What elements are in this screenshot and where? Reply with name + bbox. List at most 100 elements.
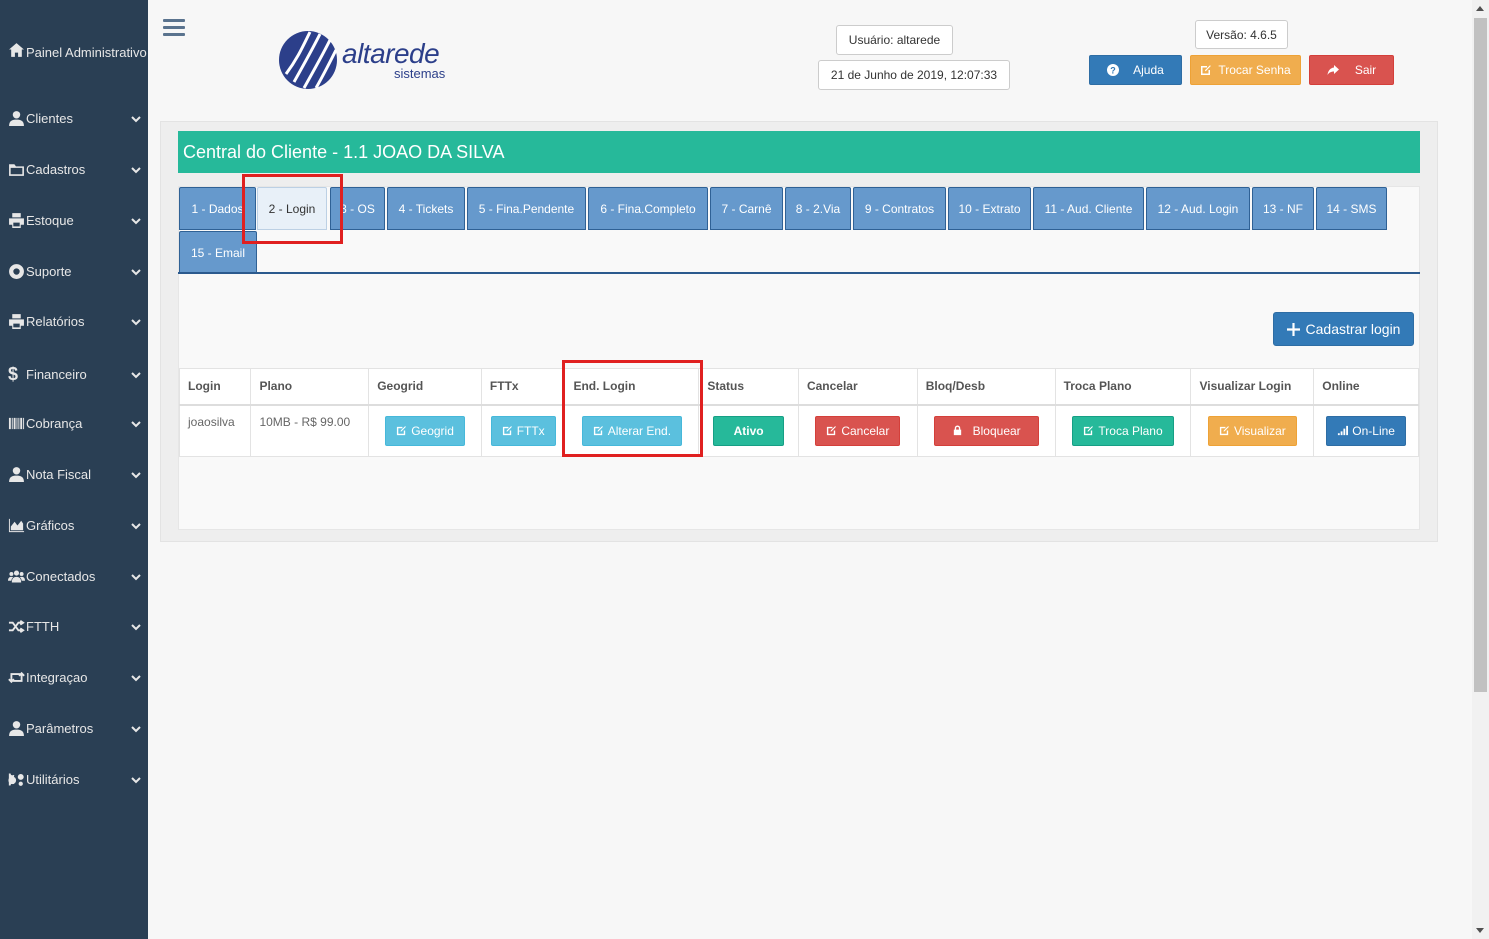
sidebar-item-ftth[interactable]: FTTH: [0, 618, 148, 635]
tab-login[interactable]: 2 - Login: [257, 187, 327, 230]
tab-aud-cliente[interactable]: 11 - Aud. Cliente: [1033, 187, 1144, 230]
home-icon: [0, 42, 26, 59]
tab-carne[interactable]: 7 - Carnê: [710, 187, 783, 230]
tab-aud-login[interactable]: 12 - Aud. Login: [1146, 187, 1250, 230]
chevron-down-icon: [124, 165, 148, 175]
edit-icon: [827, 426, 837, 436]
chevron-down-icon: [124, 114, 148, 124]
sidebar-item-utilitarios[interactable]: Utilitários: [0, 771, 148, 788]
tab-tickets[interactable]: 4 - Tickets: [387, 187, 465, 230]
tab-email[interactable]: 15 - Email: [179, 231, 257, 274]
edit-icon: [502, 426, 512, 436]
geogrid-button[interactable]: Geogrid: [385, 415, 465, 446]
sidebar-item-label: Integraçao: [26, 670, 88, 685]
change-password-button[interactable]: Trocar Senha: [1190, 55, 1301, 85]
hamburger-icon: [163, 19, 185, 22]
edit-icon: [593, 426, 603, 436]
vertical-scrollbar[interactable]: [1472, 0, 1489, 939]
edit-icon: [1201, 65, 1212, 75]
sidebar-item-clientes[interactable]: Clientes: [0, 110, 148, 127]
sidebar-item-graficos[interactable]: Gráficos: [0, 517, 148, 534]
sidebar-item-label: Cadastros: [26, 162, 86, 177]
logo: altarede sistemas: [278, 28, 468, 92]
online-button[interactable]: On-Line: [1326, 415, 1406, 446]
scrollbar-thumb[interactable]: [1474, 18, 1487, 692]
sidebar-item-label: Painel Administrativo: [26, 45, 147, 60]
print-icon: [0, 313, 26, 330]
sidebar-item-parametros[interactable]: Parâmetros: [0, 720, 148, 737]
sidebar-item-label: Cobrança: [26, 416, 83, 431]
tab-dados[interactable]: 1 - Dados: [179, 187, 256, 230]
retweet-icon: [0, 669, 26, 686]
block-button[interactable]: Bloquear: [933, 415, 1039, 446]
share-icon: [1327, 65, 1339, 75]
chevron-down-icon: [124, 470, 148, 480]
help-button[interactable]: ? Ajuda: [1089, 55, 1182, 85]
change-address-button[interactable]: Alterar End.: [581, 415, 683, 446]
cogs-icon: [0, 771, 26, 788]
plus-icon: [1286, 322, 1300, 336]
tab-fina-completo[interactable]: 6 - Fina.Completo: [588, 187, 708, 230]
sidebar-item-label: Parâmetros: [26, 721, 94, 736]
sidebar-item-cobranca[interactable]: Cobrança: [0, 415, 148, 432]
user-icon: [0, 720, 26, 737]
sidebar-item-estoque[interactable]: Estoque: [0, 212, 148, 229]
tab-sms[interactable]: 14 - SMS: [1316, 187, 1387, 230]
sidebar-item-cadastros[interactable]: Cadastros: [0, 161, 148, 178]
scroll-down-icon[interactable]: [1476, 928, 1484, 933]
tab-underline: [178, 272, 1420, 274]
signal-icon: [1338, 426, 1349, 436]
tab-nf[interactable]: 13 - NF: [1252, 187, 1314, 230]
sidebar-item-nota-fiscal[interactable]: Nota Fiscal: [0, 466, 148, 483]
chevron-down-icon: [124, 724, 148, 734]
logo-subtext: sistemas: [394, 66, 446, 81]
edit-icon: [1219, 426, 1229, 436]
view-login-button[interactable]: Visualizar: [1207, 415, 1297, 446]
sidebar-item-suporte[interactable]: Suporte: [0, 263, 148, 280]
chevron-down-icon: [124, 622, 148, 632]
tab-fina-pendente[interactable]: 5 - Fina.Pendente: [467, 187, 586, 230]
column-header: Bloq/Desb: [916, 368, 1056, 406]
tab-extrato[interactable]: 10 - Extrato: [948, 187, 1031, 230]
tab-contratos[interactable]: 9 - Contratos: [853, 187, 946, 230]
chevron-down-icon: [124, 267, 148, 277]
sidebar-item-label: Suporte: [26, 264, 72, 279]
sidebar-item-label: Nota Fiscal: [26, 467, 92, 482]
sidebar-item-financeiro[interactable]: $ Financeiro: [0, 364, 148, 385]
logout-button[interactable]: Sair: [1309, 55, 1394, 85]
plan-cell: 10MB - R$ 99.00: [250, 404, 370, 457]
cancel-button[interactable]: Cancelar: [815, 415, 901, 446]
chevron-down-icon: [124, 419, 148, 429]
change-plan-button[interactable]: Troca Plano: [1072, 415, 1174, 446]
folder-icon: [0, 161, 26, 178]
status-button[interactable]: Ativo: [713, 415, 785, 446]
random-icon: [0, 618, 26, 635]
question-icon: ?: [1107, 64, 1120, 76]
table-row: joaosilva 10MB - R$ 99.00 Geogrid FTTx A…: [178, 404, 1419, 457]
table-header-row: Login Plano Geogrid FTTx End. Login Stat…: [178, 368, 1419, 406]
chevron-down-icon: [124, 317, 148, 327]
add-login-button[interactable]: Cadastrar login: [1273, 312, 1414, 346]
column-header: Login: [178, 368, 252, 406]
fttx-button[interactable]: FTTx: [490, 415, 556, 446]
sidebar-item-relatorios[interactable]: Relatórios: [0, 313, 148, 330]
edit-icon: [1084, 426, 1094, 436]
barcode-icon: [0, 415, 26, 432]
tab-2via[interactable]: 8 - 2.Via: [785, 187, 851, 230]
menu-toggle-button[interactable]: [163, 19, 185, 37]
scroll-up-icon[interactable]: [1476, 6, 1484, 11]
lifebuoy-icon: [0, 263, 26, 280]
logo-globe-icon: [279, 31, 338, 89]
dollar-icon: $: [8, 364, 19, 384]
sidebar-item-integracao[interactable]: Integraçao: [0, 669, 148, 686]
column-header: Online: [1313, 368, 1419, 406]
tab-os[interactable]: 3 - OS: [330, 187, 385, 230]
sidebar-item-painel[interactable]: Painel Administrativo: [0, 42, 148, 61]
datetime-info: 21 de Junho de 2019, 12:07:33: [818, 60, 1010, 90]
login-cell: joaosilva: [178, 404, 252, 457]
page-title: Central do Cliente - 1.1 JOAO DA SILVA: [178, 131, 1420, 173]
sidebar-item-label: Utilitários: [26, 772, 80, 787]
column-header: Visualizar Login: [1190, 368, 1315, 406]
sidebar-item-conectados[interactable]: Conectados: [0, 568, 148, 585]
logins-table: Login Plano Geogrid FTTx End. Login Stat…: [178, 368, 1419, 457]
